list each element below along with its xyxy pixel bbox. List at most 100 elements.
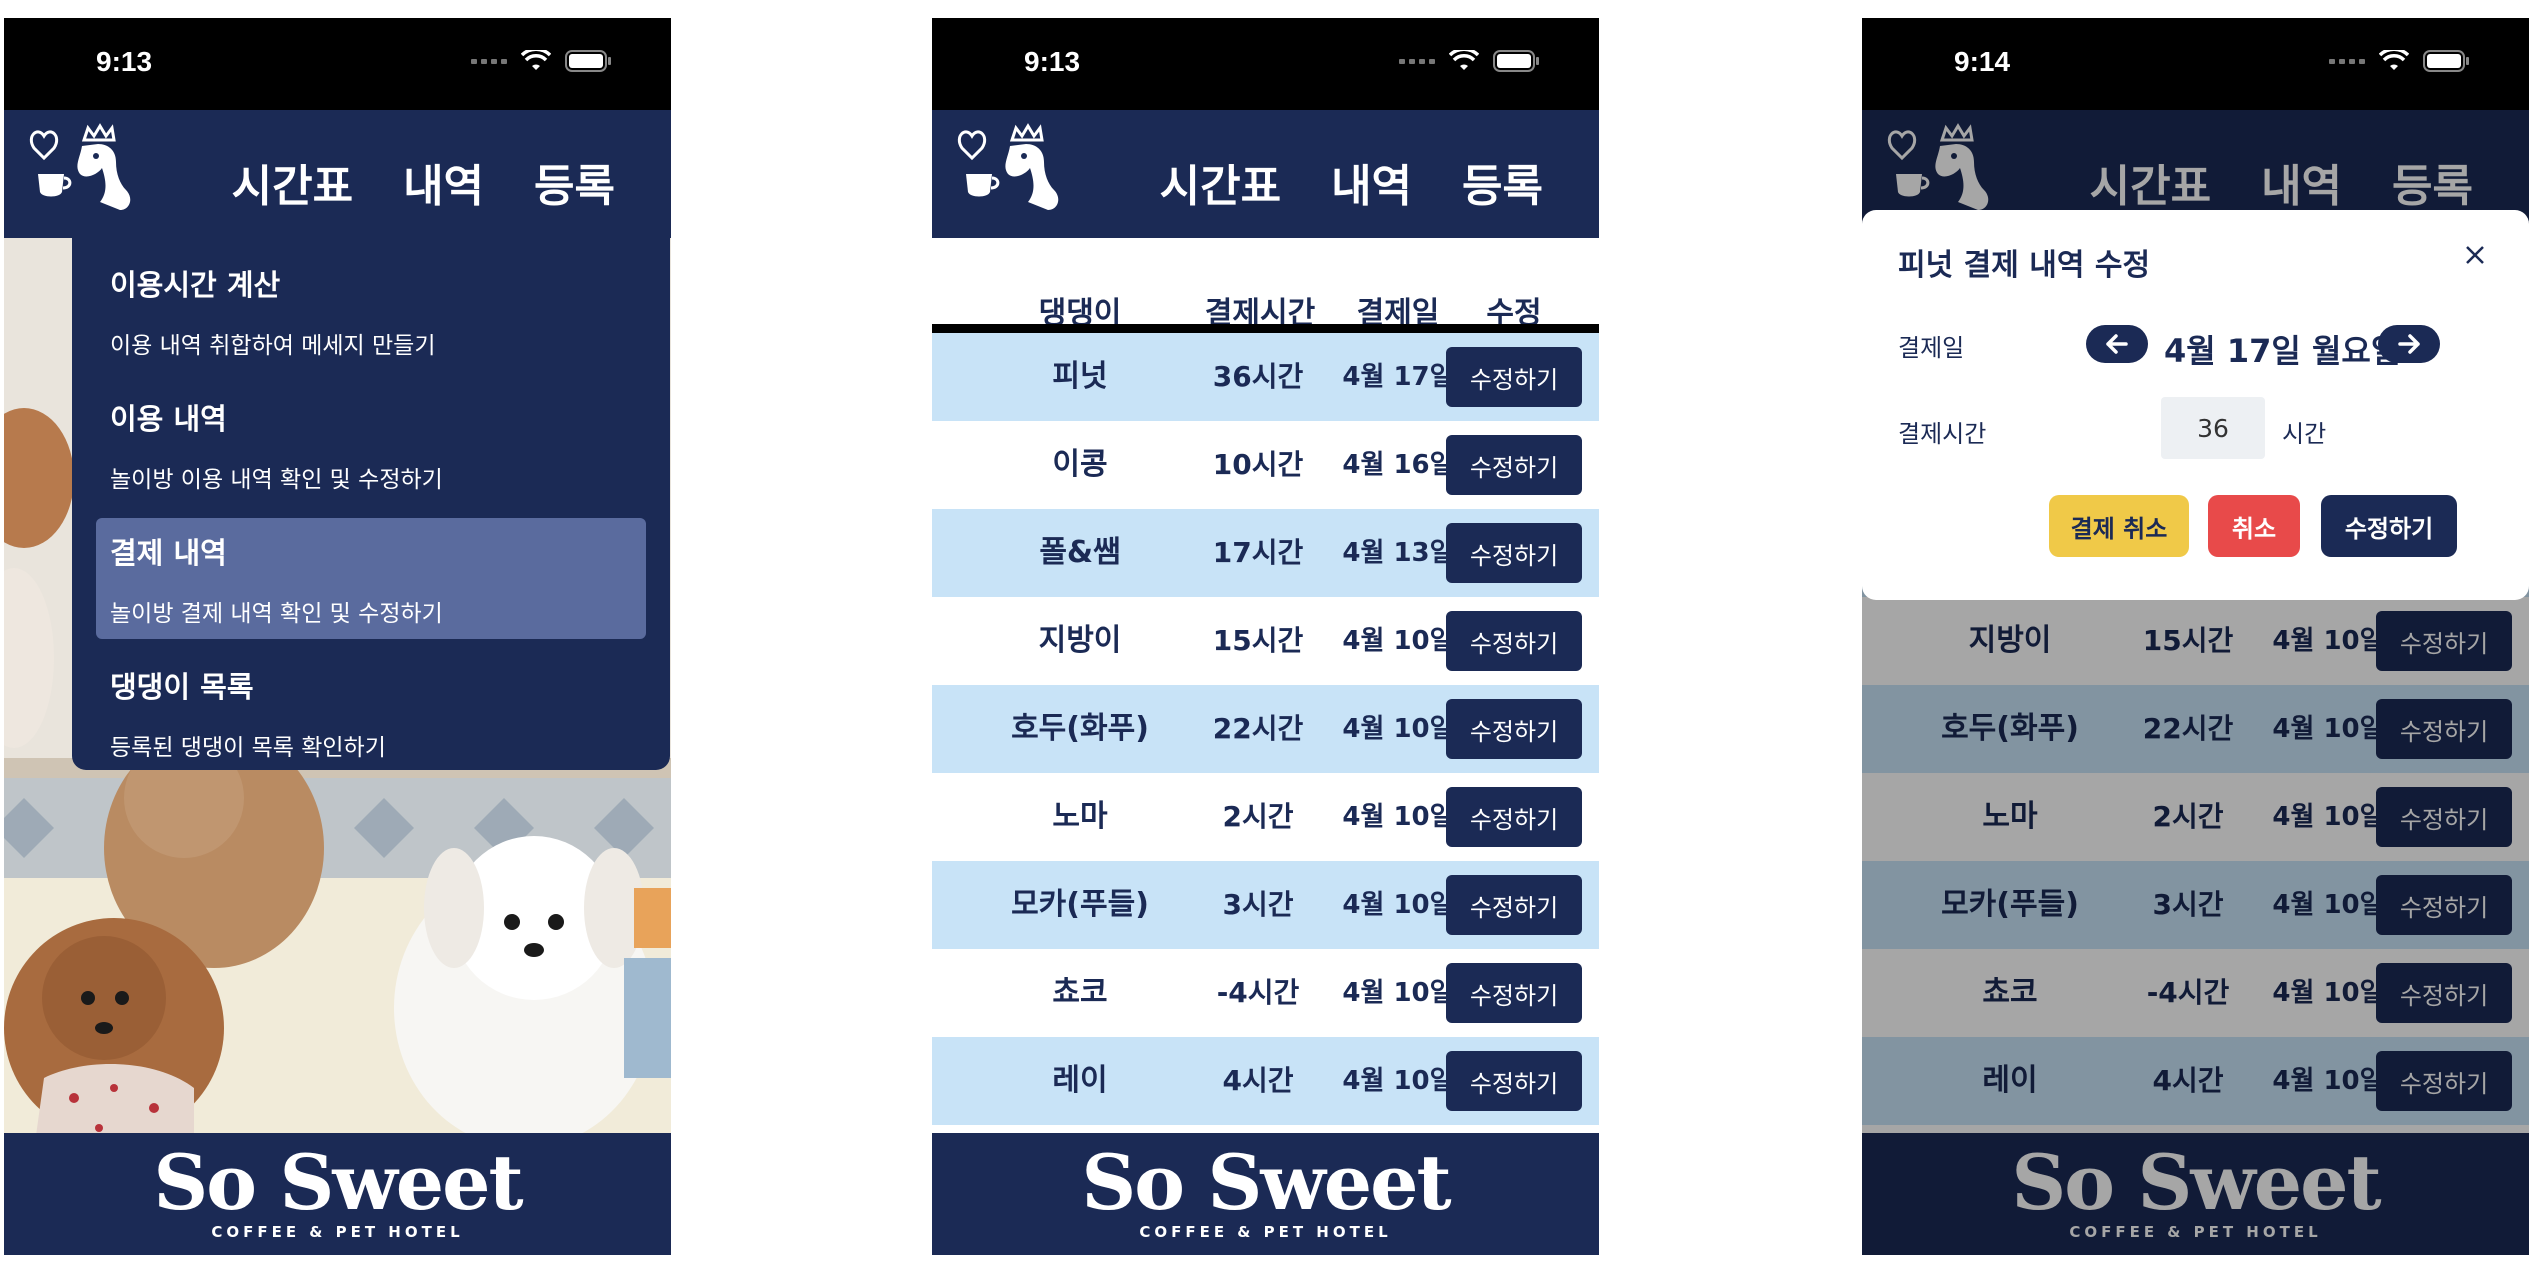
footer-brand: So Sweet COFFEE & PET HOTEL: [1862, 1133, 2529, 1255]
nav-register: 등록: [2392, 161, 2473, 212]
brand-subtitle: COFFEE & PET HOTEL: [1139, 1223, 1392, 1241]
cell-dog: 모카(푸들): [1941, 887, 2079, 922]
nav-history: 내역: [2261, 161, 2343, 212]
battery-icon: [1493, 50, 1539, 72]
modal-title: 피넛 결제 내역 수정: [1898, 248, 2151, 283]
status-icons: [2329, 50, 2471, 72]
edit-button[interactable]: 수정하기: [1446, 523, 1582, 583]
menu-item-title: 댕댕이 목록: [110, 670, 254, 704]
cell-dog: 레이: [1982, 1063, 2038, 1098]
next-date-button[interactable]: [2378, 325, 2440, 363]
table-row: 지방이 15시간 4월 10일 수정하기: [1862, 597, 2529, 685]
edit-button: 수정하기: [2376, 699, 2512, 759]
nav-menu: 시간표 내역 등록: [2090, 150, 2473, 214]
table-row: 쵸코 -4시간 4월 10일 수정하기: [932, 949, 1599, 1037]
menu-item-time-calc[interactable]: 이용시간 계산 이용 내역 취합하여 메세지 만들기: [96, 250, 646, 371]
table-row: 쵸코 -4시간 4월 10일 수정하기: [1862, 949, 2529, 1037]
battery-icon: [565, 50, 611, 72]
menu-item-dog-list[interactable]: 댕댕이 목록 등록된 댕댕이 목록 확인하기: [96, 652, 646, 773]
wifi-icon: [521, 50, 551, 70]
submit-edit-button[interactable]: 수정하기: [2321, 495, 2457, 557]
cell-dog: 모카(푸들): [1011, 887, 1149, 922]
table-row: 노마 2시간 4월 10일 수정하기: [1862, 773, 2529, 861]
table-row: 피넛 36시간 4월 17일 수정하기: [932, 333, 1599, 421]
status-bar: 9:13: [4, 18, 671, 110]
nav-history[interactable]: 내역: [403, 150, 484, 214]
nav-timetable[interactable]: 시간표: [1160, 150, 1281, 214]
edit-button: 수정하기: [2376, 611, 2512, 671]
cell-dog: 쵸코: [1982, 975, 2038, 1010]
nav-timetable: 시간표: [2089, 161, 2212, 212]
dog-with-crown-logo: [1887, 123, 1989, 210]
edit-button[interactable]: 수정하기: [1446, 963, 1582, 1023]
table-row: 폴&쌤 17시간 4월 13일 수정하기: [932, 509, 1599, 597]
edit-button[interactable]: 수정하기: [1446, 1051, 1582, 1111]
edit-button[interactable]: 수정하기: [1446, 435, 1582, 495]
phone-screen-edit-modal: 9:14 시간표 내역 등록 지방이 15시간 4월 10일 수정하기 호두(화…: [1862, 18, 2529, 1255]
cell-dog: 지방이: [1968, 623, 2052, 658]
table-row: 이콩 10시간 4월 16일 수정하기: [932, 421, 1599, 509]
prev-date-button[interactable]: [2086, 325, 2148, 363]
table-row: 레이 4시간 4월 10일 수정하기: [932, 1037, 1599, 1125]
cell-dog: 쵸코: [1052, 975, 1108, 1010]
menu-item-title: 결제 내역: [110, 536, 227, 570]
footer-brand: So Sweet COFFEE & PET HOTEL: [932, 1133, 1599, 1255]
table-divider: [932, 324, 1599, 333]
edit-button[interactable]: 수정하기: [1446, 611, 1582, 671]
menu-item-payment-history[interactable]: 결제 내역 놀이방 결제 내역 확인 및 수정하기: [96, 518, 646, 639]
arrow-right-icon: [2398, 334, 2420, 354]
close-icon: [2466, 245, 2484, 264]
table-row: 호두(화푸) 22시간 4월 10일 수정하기: [932, 685, 1599, 773]
dropdown-menu: 이용시간 계산 이용 내역 취합하여 메세지 만들기 이용 내역 놀이방 이용 …: [72, 238, 670, 770]
footer-brand: So Sweet COFFEE & PET HOTEL: [4, 1133, 671, 1255]
cell-dog: 지방이: [1038, 623, 1122, 658]
date-value: 4월 17일 월요일: [2164, 332, 2401, 370]
nav-timetable[interactable]: 시간표: [232, 150, 353, 214]
nav-menu: 시간표 내역 등록: [1160, 150, 1543, 214]
edit-button[interactable]: 수정하기: [1446, 699, 1582, 759]
status-icons: [1399, 50, 1541, 72]
dog-with-crown-logo[interactable]: [24, 118, 144, 218]
hours-input[interactable]: [2161, 397, 2265, 459]
top-nav: 시간표 내역 등록: [932, 110, 1599, 238]
edit-button: 수정하기: [2376, 787, 2512, 847]
battery-icon: [2423, 50, 2469, 72]
edit-button: 수정하기: [2376, 1051, 2512, 1111]
edit-button[interactable]: 수정하기: [1446, 347, 1582, 407]
edit-button[interactable]: 수정하기: [1446, 875, 1582, 935]
table-row: 노마 2시간 4월 10일 수정하기: [932, 773, 1599, 861]
edit-payment-modal: 피넛 결제 내역 수정 결제일 4월 17일 월요일 결제시간 시간 결제 취소…: [1862, 210, 2529, 600]
table-row: 지방이 15시간 4월 10일 수정하기: [932, 597, 1599, 685]
dog-with-crown-logo[interactable]: [952, 118, 1072, 218]
table-row: 모카(푸들) 3시간 4월 10일 수정하기: [1862, 861, 2529, 949]
status-bar: 9:13: [932, 18, 1599, 110]
nav-register[interactable]: 등록: [534, 150, 615, 214]
menu-item-title: 이용시간 계산: [110, 268, 281, 302]
edit-button[interactable]: 수정하기: [1446, 787, 1582, 847]
menu-item-desc: 놀이방 결제 내역 확인 및 수정하기: [110, 601, 443, 627]
status-icons: [471, 50, 613, 72]
table-row: 호두(화푸) 22시간 4월 10일 수정하기: [1862, 685, 2529, 773]
brand-subtitle: COFFEE & PET HOTEL: [2069, 1223, 2322, 1241]
payment-rows: 피넛 36시간 4월 17일 수정하기 이콩 10시간 4월 16일 수정하기 …: [932, 333, 1599, 1125]
close-button[interactable]: [2455, 236, 2495, 276]
cancel-payment-button[interactable]: 결제 취소: [2049, 495, 2189, 557]
menu-item-title: 이용 내역: [110, 402, 227, 436]
menu-item-desc: 이용 내역 취합하여 메세지 만들기: [110, 333, 436, 359]
cell-dog: 폴&쌤: [1039, 535, 1121, 570]
arrow-left-icon: [2106, 334, 2128, 354]
nav-menu: 시간표 내역 등록: [232, 150, 615, 214]
menu-item-usage-history[interactable]: 이용 내역 놀이방 이용 내역 확인 및 수정하기: [96, 384, 646, 505]
table-row: 모카(푸들) 3시간 4월 10일 수정하기: [932, 861, 1599, 949]
edit-button: 수정하기: [2376, 963, 2512, 1023]
status-time: 9:14: [1954, 46, 2011, 77]
brand-name: So Sweet: [1081, 1138, 1451, 1227]
nav-history[interactable]: 내역: [1331, 150, 1412, 214]
cell-dog: 노마: [1052, 799, 1108, 834]
nav-register[interactable]: 등록: [1462, 150, 1543, 214]
cancel-button[interactable]: 취소: [2208, 495, 2300, 557]
phone-screen-menu: 9:13 시간표 내역 등록 이용시간 계산 이용 내역 취합하여 메세지 만들…: [4, 18, 671, 1255]
wifi-icon: [1449, 50, 1479, 70]
hours-label: 결제시간: [1898, 420, 1987, 448]
status-bar: 9:14: [1862, 18, 2529, 110]
